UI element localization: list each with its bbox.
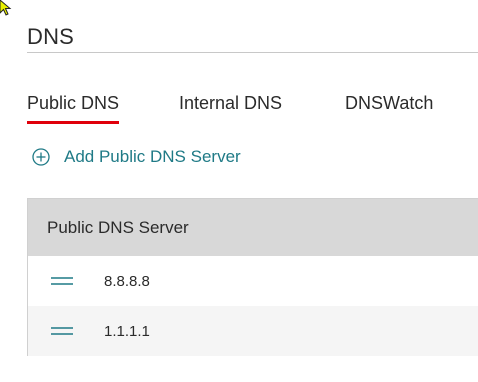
title-divider (27, 52, 478, 53)
add-public-dns-server-button[interactable]: Add Public DNS Server (32, 147, 241, 167)
mouse-cursor-icon (0, 0, 12, 16)
table-row: 1.1.1.1 (28, 306, 478, 356)
plus-circle-icon (32, 148, 50, 166)
dns-server-value: 8.8.8.8 (104, 272, 150, 290)
tab-internal-dns[interactable]: Internal DNS (179, 93, 282, 114)
public-dns-table: Public DNS Server 8.8.8.8 1.1.1.1 (27, 198, 478, 356)
drag-handle-icon[interactable] (51, 276, 73, 286)
tab-dnswatch[interactable]: DNSWatch (345, 93, 433, 114)
table-row: 8.8.8.8 (28, 256, 478, 306)
column-header-public-dns-server: Public DNS Server (47, 217, 189, 237)
drag-handle-icon[interactable] (51, 326, 73, 336)
add-public-dns-server-label: Add Public DNS Server (64, 147, 241, 166)
dns-server-value: 1.1.1.1 (104, 322, 150, 340)
dns-page: DNS Public DNS Internal DNS DNSWatch Add… (0, 0, 478, 382)
tab-public-dns[interactable]: Public DNS (27, 93, 120, 124)
table-header: Public DNS Server (28, 199, 478, 256)
page-title: DNS (27, 24, 75, 49)
